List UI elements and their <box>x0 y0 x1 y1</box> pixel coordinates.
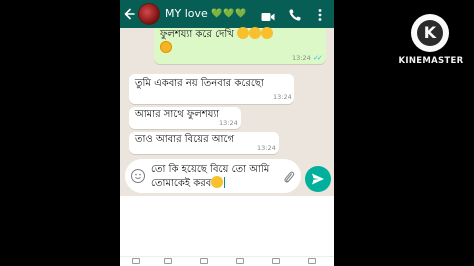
kinemaster-watermark: KINEMASTER <box>398 56 464 66</box>
smiling-face-with-hearts-icon <box>211 176 224 188</box>
keyboard-option-icon[interactable] <box>132 258 140 264</box>
avatar[interactable] <box>138 3 160 25</box>
chat-header: MY love 💚💚💚 <box>120 0 334 28</box>
message-time: 13:24 <box>273 93 292 101</box>
message-text-line2 <box>160 41 172 55</box>
video-call-icon[interactable] <box>261 8 275 21</box>
more-options-icon[interactable] <box>316 7 324 21</box>
message-time: 13:24 <box>257 144 276 152</box>
message-time: 13:24 <box>292 54 311 62</box>
message-time: 13:24 <box>219 119 238 127</box>
message-text: তুমি একবার নয় তিনবার করেছো <box>135 78 264 89</box>
whatsapp-screen: MY love 💚💚💚 ফুলশয্যা করে দেখি 13:24 ✓✓ ত… <box>120 0 334 266</box>
message-input[interactable]: তো কি হয়েছে বিয়ে তো আমি তোমাকেই করব <box>125 159 301 193</box>
attach-icon[interactable] <box>283 169 295 183</box>
message-text: তাও আবার বিয়ের আগে <box>135 134 235 145</box>
message-text: ফুলশয্যা করে দেখি <box>160 27 274 41</box>
outgoing-message[interactable]: ফুলশয্যা করে দেখি 13:24 ✓✓ <box>154 27 326 64</box>
incoming-message[interactable]: আমার সাথে ফুলশয্যা 13:24 <box>129 107 241 129</box>
keyboard-toolbar <box>120 256 334 266</box>
phone-call-icon[interactable] <box>288 7 302 21</box>
incoming-message[interactable]: তাও আবার বিয়ের আগে 13:24 <box>129 132 279 154</box>
kinemaster-logo-letter: K <box>423 23 437 42</box>
contact-name-emoji: 💚💚💚 <box>211 9 248 19</box>
grinning-face-icon <box>249 27 262 39</box>
contact-name[interactable]: MY love <box>165 6 208 22</box>
keyboard-option-icon[interactable] <box>272 258 280 264</box>
smiling-face-with-hearts-icon <box>160 41 172 53</box>
kinemaster-logo: K <box>411 14 449 52</box>
input-text-line2: তোমাকেই করব <box>151 176 226 190</box>
input-text-line1: তো কি হয়েছে বিয়ে তো আমি <box>151 164 270 175</box>
back-arrow-icon[interactable] <box>124 5 138 23</box>
smiling-face-with-hearts-icon <box>237 27 250 39</box>
read-receipt-icon: ✓✓ <box>313 54 323 62</box>
keyboard-option-icon[interactable] <box>236 258 244 264</box>
smiling-face-with-hearts-icon <box>261 27 274 39</box>
incoming-message[interactable]: তুমি একবার নয় তিনবার করেছো 13:24 <box>129 74 294 104</box>
send-icon <box>312 173 324 185</box>
message-text: আমার সাথে ফুলশয্যা <box>135 109 220 120</box>
keyboard-option-icon[interactable] <box>308 258 316 264</box>
text-cursor <box>224 177 226 188</box>
kinemaster-logo-inner: K <box>417 20 443 46</box>
keyboard-option-icon[interactable] <box>164 258 172 264</box>
send-button[interactable] <box>305 166 331 192</box>
keyboard-option-icon[interactable] <box>200 258 208 264</box>
emoji-icon[interactable] <box>131 169 145 183</box>
keyboard-area <box>120 196 334 266</box>
